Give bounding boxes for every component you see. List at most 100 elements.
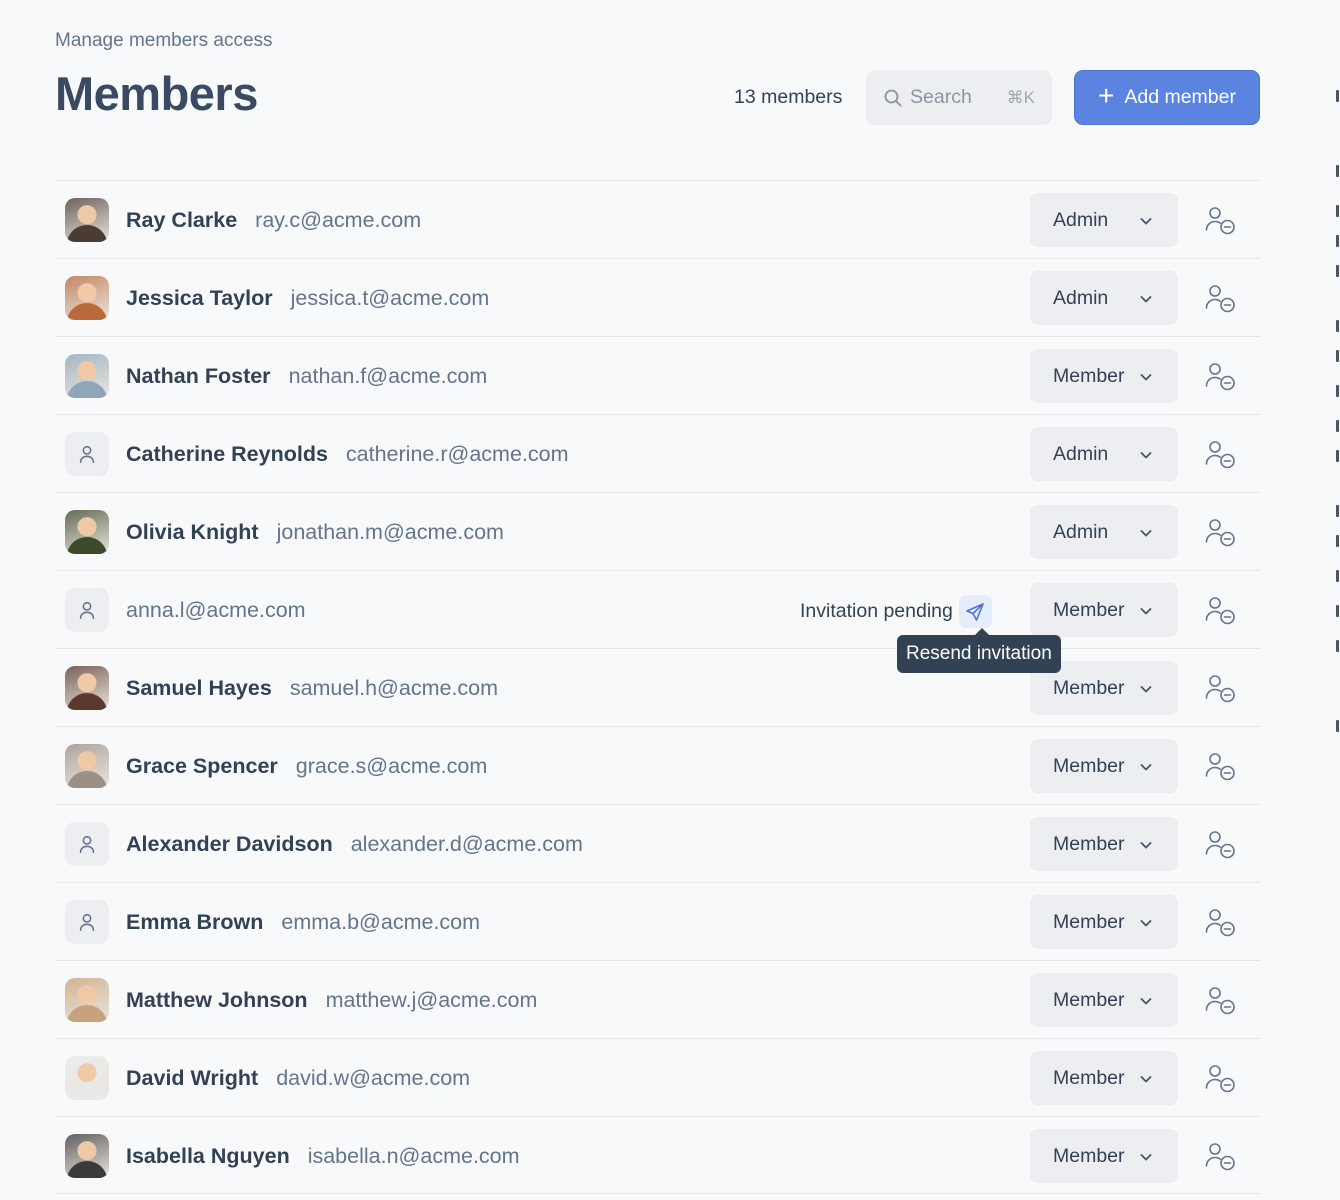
remove-user-icon [1205,1143,1235,1171]
chevron-down-icon [1140,998,1152,1005]
chevron-down-icon [1140,608,1152,615]
remove-user-icon [1205,1065,1235,1093]
right-panel-edge [1336,0,1340,1200]
member-row: Samuel Hayes samuel.h@acme.com Member [55,648,1260,726]
member-email: alexander.d@acme.com [350,832,583,856]
search-input[interactable]: Search ⌘K [866,70,1052,125]
role-label: Admin [1053,286,1109,309]
role-label: Member [1053,910,1125,933]
add-member-button[interactable]: + Add member [1074,70,1260,125]
role-label: Member [1053,1066,1125,1089]
role-label: Member [1053,364,1125,387]
remove-user-icon [1205,441,1235,469]
clipped-text-fragment [1336,385,1339,397]
role-select[interactable]: Member [1030,817,1178,871]
member-row: David Wright david.w@acme.com Member [55,1038,1260,1116]
role-select[interactable]: Member [1030,739,1178,793]
member-email: grace.s@acme.com [295,754,488,778]
remove-member-button[interactable] [1203,515,1237,549]
remove-member-button[interactable] [1203,1139,1237,1173]
role-label: Admin [1053,442,1109,465]
member-identity: Alexander Davidson alexander.d@acme.com [126,832,583,857]
search-shortcut: ⌘K [1006,87,1035,107]
member-identity: Grace Spencer grace.s@acme.com [126,754,487,779]
remove-member-button[interactable] [1203,593,1237,627]
remove-user-icon [1205,597,1235,625]
remove-member-button[interactable] [1203,749,1237,783]
user-placeholder-icon [79,445,95,464]
role-select[interactable]: Admin [1030,505,1178,559]
remove-user-icon [1205,363,1235,391]
member-row: Matthew Johnson matthew.j@acme.com Member [55,960,1260,1038]
member-email: jonathan.m@acme.com [276,520,504,544]
member-list: Ray Clarke ray.c@acme.com Admin Jessica Tay… [55,180,1260,1194]
member-identity: Nathan Foster nathan.f@acme.com [126,364,487,389]
role-select[interactable]: Member [1030,973,1178,1027]
member-identity: Ray Clarke ray.c@acme.com [126,208,421,233]
member-email: jessica.t@acme.com [290,286,490,310]
remove-member-button[interactable] [1203,827,1237,861]
member-identity: Matthew Johnson matthew.j@acme.com [126,988,537,1013]
remove-member-button[interactable] [1203,671,1237,705]
role-label: Member [1053,598,1125,621]
clipped-text-fragment [1336,570,1339,582]
member-email: anna.l@acme.com [126,598,306,622]
resend-invitation-tooltip: Resend invitation [897,628,1061,673]
member-count: 13 members [734,86,843,108]
member-email: isabella.n@acme.com [307,1144,520,1168]
remove-user-icon [1205,831,1235,859]
resend-invitation-button[interactable] [958,595,992,628]
remove-user-icon [1205,909,1235,937]
clipped-text-fragment [1336,350,1339,362]
role-select[interactable]: Member [1030,895,1178,949]
role-select[interactable]: Admin [1030,193,1178,247]
clipped-text-fragment [1336,605,1339,617]
member-name: Catherine Reynolds [126,442,328,466]
clipped-text-fragment [1336,235,1339,247]
plus-icon: + [1098,80,1115,111]
member-name: Samuel Hayes [126,676,272,700]
role-select[interactable]: Member [1030,1051,1178,1105]
page-title: Members [55,67,258,120]
role-label: Member [1053,832,1125,855]
remove-user-icon [1205,285,1235,313]
remove-member-button[interactable] [1203,437,1237,471]
role-label: Member [1053,676,1125,699]
member-row: Alexander Davidson alexander.d@acme.com Me… [55,804,1260,882]
avatar [65,744,109,788]
member-name: Isabella Nguyen [126,1144,290,1168]
chevron-down-icon [1140,842,1152,849]
remove-member-button[interactable] [1203,203,1237,237]
avatar [65,666,109,710]
avatar [65,354,109,398]
role-select[interactable]: Admin [1030,271,1178,325]
chevron-down-icon [1140,1154,1152,1161]
clipped-text-fragment [1336,450,1339,462]
clipped-text-fragment [1336,320,1339,332]
member-identity: Jessica Taylor jessica.t@acme.com [126,286,489,311]
remove-user-icon [1205,675,1235,703]
member-name: Ray Clarke [126,208,238,232]
remove-member-button[interactable] [1203,1061,1237,1095]
member-row: Jessica Taylor jessica.t@acme.com Admin [55,258,1260,336]
member-name: Nathan Foster [126,364,271,388]
remove-member-button[interactable] [1203,281,1237,315]
avatar [65,978,109,1022]
clipped-text-fragment [1336,420,1339,432]
member-identity: David Wright david.w@acme.com [126,1066,470,1091]
remove-member-button[interactable] [1203,359,1237,393]
remove-member-button[interactable] [1203,983,1237,1017]
avatar [65,198,109,242]
avatar [65,588,109,632]
member-identity: Emma Brown emma.b@acme.com [126,910,480,935]
role-select[interactable]: Admin [1030,427,1178,481]
role-select[interactable]: Member [1030,349,1178,403]
member-row: Grace Spencer grace.s@acme.com Member [55,726,1260,804]
member-email: nathan.f@acme.com [288,364,488,388]
member-row: Emma Brown emma.b@acme.com Member [55,882,1260,960]
clipped-text-fragment [1336,205,1339,217]
send-icon [966,602,985,621]
remove-member-button[interactable] [1203,905,1237,939]
role-select[interactable]: Member [1030,1129,1178,1183]
role-select[interactable]: Member [1030,583,1178,637]
